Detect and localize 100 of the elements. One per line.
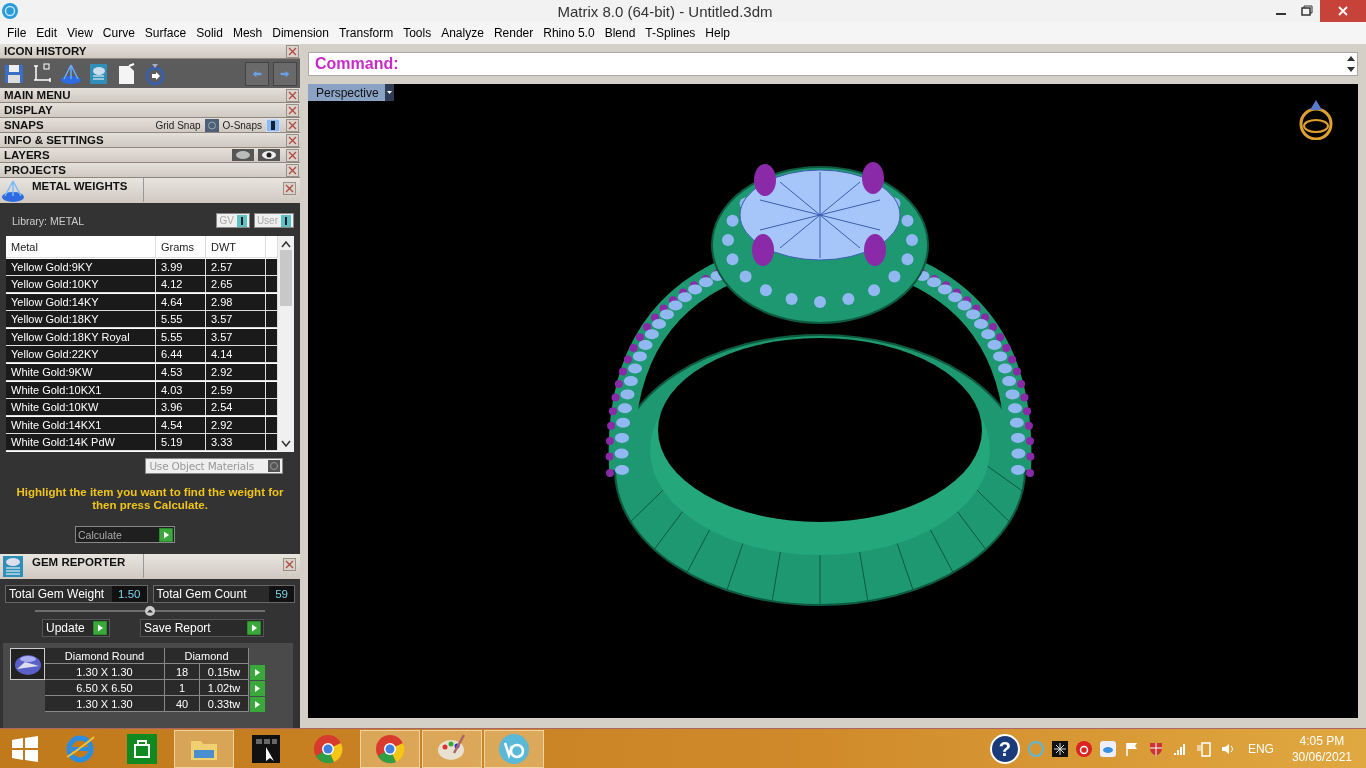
scroll-down-icon[interactable]	[281, 440, 291, 448]
menu-item[interactable]: Edit	[31, 26, 63, 40]
toggle-switch[interactable]	[204, 118, 219, 132]
section-header[interactable]: DISPLAY	[0, 103, 300, 118]
close-button[interactable]	[286, 88, 299, 102]
table-cell[interactable]: Yellow Gold:18KY	[6, 311, 156, 329]
close-button[interactable]	[286, 133, 299, 147]
snowflake-icon[interactable]	[1051, 741, 1068, 757]
toggle-switch[interactable]	[266, 118, 280, 132]
table-cell[interactable]: 3.96	[156, 399, 206, 417]
table-cell[interactable]: 5.55	[156, 311, 206, 329]
column-header: DWT	[206, 236, 266, 258]
section-header[interactable]: MAIN MENU	[0, 88, 300, 103]
table-cell[interactable]: 3.57	[206, 311, 266, 329]
section-header[interactable]: SNAPS Grid Snap O-Snaps	[0, 118, 300, 133]
table-cell[interactable]: 4.03	[156, 381, 206, 399]
menu-item[interactable]: Help	[700, 26, 736, 40]
command-field[interactable]: Command:	[308, 52, 1358, 76]
menu-item[interactable]: Mesh	[227, 26, 268, 40]
table-cell[interactable]: 6.44	[156, 346, 206, 364]
select-button[interactable]	[250, 681, 265, 696]
table-cell[interactable]: White Gold:10KW	[6, 399, 156, 417]
close-button[interactable]	[286, 118, 299, 132]
eye-icon[interactable]	[258, 149, 280, 161]
menu-item[interactable]: View	[62, 26, 98, 40]
cloud-icon[interactable]	[1099, 741, 1116, 757]
scroll-up-icon[interactable]	[281, 240, 291, 248]
app-icon	[498, 733, 530, 765]
collapse-handle[interactable]	[35, 605, 265, 617]
menu-item[interactable]: Dimension	[267, 26, 334, 40]
close-button[interactable]	[1320, 0, 1366, 22]
close-button[interactable]	[286, 44, 299, 58]
table-cell[interactable]: 2.59	[206, 381, 266, 399]
forward-button[interactable]	[273, 61, 297, 86]
menu-item[interactable]: Transform	[333, 26, 399, 40]
table-cell[interactable]: 5.55	[156, 328, 206, 346]
table-cell[interactable]: 2.57	[206, 258, 266, 276]
menu-item[interactable]: Rhino 5.0	[538, 26, 600, 40]
table-cell[interactable]: 2.65	[206, 276, 266, 294]
table-cell[interactable]: 3.57	[206, 328, 266, 346]
table-cell[interactable]: 2.54	[206, 399, 266, 417]
save-report-button[interactable]: Save Report	[140, 619, 264, 637]
viewport-tab[interactable]: Perspective	[308, 84, 394, 101]
section-header[interactable]: INFO & SETTINGS	[0, 133, 300, 148]
select-button[interactable]	[250, 665, 265, 680]
table-cell[interactable]: 4.64	[156, 293, 206, 311]
scrollbar-thumb[interactable]	[280, 250, 292, 306]
table-cell[interactable]: 2.92	[206, 416, 266, 434]
table-cell[interactable]: Yellow Gold:18KY Royal	[6, 328, 156, 346]
shield-icon[interactable]	[1147, 741, 1164, 757]
table-cell[interactable]: Yellow Gold:9KY	[6, 258, 156, 276]
table-cell[interactable]: 3.99	[156, 258, 206, 276]
taskbar-button[interactable]	[360, 730, 420, 768]
menu-item[interactable]: Blend	[599, 26, 641, 40]
table-cell[interactable]: Yellow Gold:22KY	[6, 346, 156, 364]
table-cell[interactable]: 4.12	[156, 276, 206, 294]
table-cell[interactable]: Yellow Gold:10KY	[6, 276, 156, 294]
taskbar-button[interactable]	[422, 730, 482, 768]
menu-item[interactable]: Analyze	[436, 26, 489, 40]
close-button[interactable]	[283, 558, 296, 571]
menu-item[interactable]: File	[2, 26, 32, 40]
back-button[interactable]	[245, 61, 269, 86]
update-button[interactable]: Update	[42, 619, 110, 637]
section-header[interactable]: LAYERS	[0, 148, 300, 163]
table-cell[interactable]: 2.98	[206, 293, 266, 311]
layer-lock-icon[interactable]	[232, 149, 254, 161]
table-cell[interactable]: 4.14	[206, 346, 266, 364]
menu-item[interactable]: Solid	[191, 26, 228, 40]
section-header[interactable]: ICON HISTORY	[0, 44, 300, 59]
table-cell[interactable]: White Gold:14K PdW	[6, 434, 156, 452]
signal-icon[interactable]	[1171, 741, 1188, 757]
table-cell	[266, 416, 278, 434]
menu-item[interactable]: Curve	[97, 26, 140, 40]
table-cell[interactable]: 4.53	[156, 364, 206, 382]
menu-item[interactable]: T-Splines	[640, 26, 701, 40]
help-button[interactable]: ?	[989, 734, 1020, 764]
volume-icon[interactable]	[1219, 741, 1236, 757]
select-button[interactable]	[250, 697, 265, 712]
table-cell	[266, 276, 278, 294]
table-cell[interactable]: White Gold:9KW	[6, 364, 156, 382]
menu-item[interactable]: Render	[488, 26, 539, 40]
table-cell[interactable]: 4.54	[156, 416, 206, 434]
table-cell[interactable]: White Gold:14KX1	[6, 416, 156, 434]
close-button[interactable]	[286, 163, 299, 177]
table-cell[interactable]: 5.19	[156, 434, 206, 452]
section-header[interactable]: PROJECTS	[0, 163, 300, 178]
flag-icon[interactable]	[1123, 741, 1140, 757]
calculate-button[interactable]: Calculate	[75, 526, 175, 543]
table-cell[interactable]: 2.92	[206, 364, 266, 382]
menu-item[interactable]: Tools	[398, 26, 437, 40]
dropdown-icon[interactable]	[384, 84, 394, 101]
table-cell[interactable]: 3.33	[206, 434, 266, 452]
menu-item[interactable]: Surface	[139, 26, 192, 40]
table-cell[interactable]: Yellow Gold:14KY	[6, 293, 156, 311]
close-button[interactable]	[286, 148, 299, 162]
table-cell[interactable]: White Gold:10KX1	[6, 381, 156, 399]
table-cell	[266, 399, 278, 417]
close-button[interactable]	[286, 103, 299, 117]
close-button[interactable]	[283, 182, 296, 195]
ring-icon[interactable]	[143, 61, 167, 86]
